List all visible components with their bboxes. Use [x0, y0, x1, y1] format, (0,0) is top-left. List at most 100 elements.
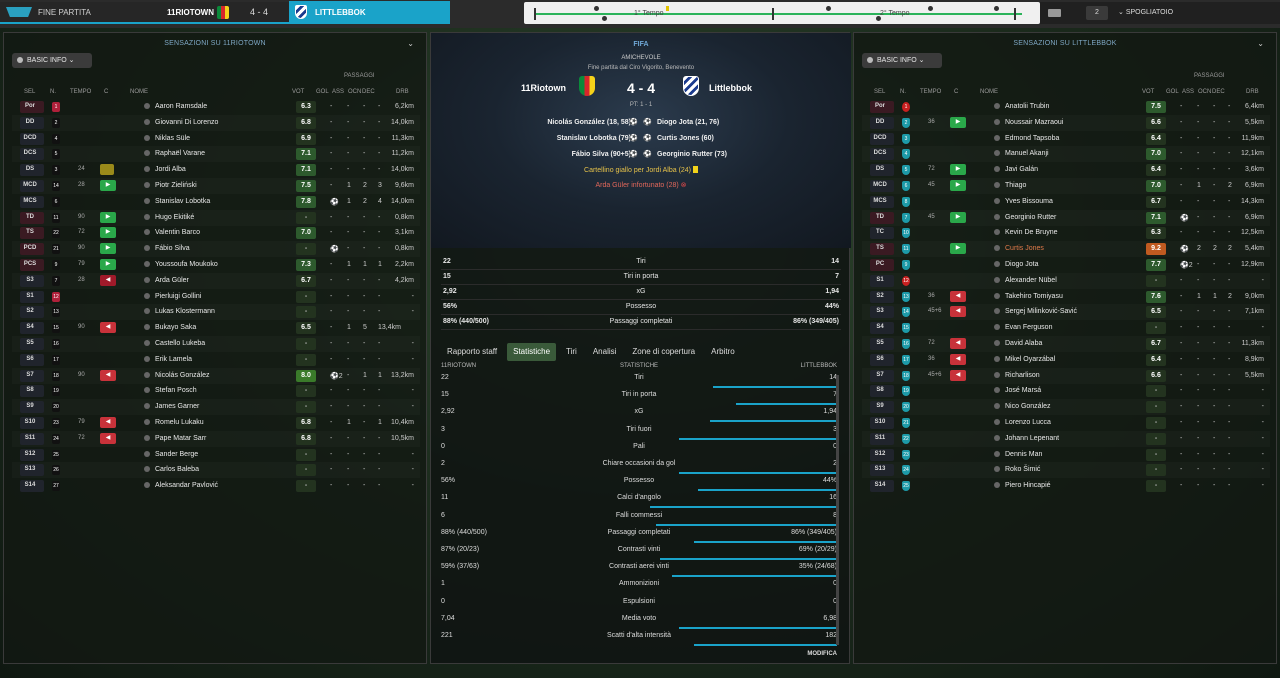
player-name[interactable]: Erik Lamela [144, 355, 192, 363]
player-row[interactable]: S5 16 72 ◀ David Alaba 6.7 - - - - 11,3km [862, 336, 1270, 352]
player-name[interactable]: Hugo Ekitiké [144, 213, 194, 221]
col-chances[interactable]: OCN [1198, 89, 1211, 95]
modifica-button[interactable]: MODIFICA [807, 651, 837, 657]
player-row[interactable]: S12 23 Dennis Man - - - - - - [862, 447, 1270, 463]
basic-info-dropdown[interactable]: BASIC INFO ⌄ [862, 53, 942, 68]
player-row[interactable]: Por 1 Anatolii Trubin 7.5 - - - - 6,4km [862, 99, 1270, 115]
col-goals[interactable]: GOL [316, 89, 329, 95]
player-name[interactable]: Arda Güler [144, 276, 189, 284]
player-name[interactable]: Noussair Mazraoui [994, 118, 1063, 126]
home-team-label[interactable]: 11Riotown [521, 83, 566, 93]
chevron-down-icon[interactable]: ⌄ [1257, 39, 1264, 48]
player-name[interactable]: Nico González [994, 403, 1051, 410]
player-name[interactable]: Romelu Lukaku [144, 419, 204, 426]
player-name[interactable]: Aleksandar Pavlović [144, 482, 218, 489]
player-row[interactable]: S2 13 Lukas Klostermann - - - - - - [12, 304, 420, 320]
player-name[interactable]: Youssoufa Moukoko [144, 261, 218, 268]
player-row[interactable]: S14 25 Piero Hincapié - - - - - - [862, 478, 1270, 494]
goal-event-icon[interactable] [602, 16, 607, 21]
player-name[interactable]: Richarlison [994, 371, 1040, 379]
player-name[interactable]: José Marsá [994, 387, 1041, 394]
player-row[interactable]: S3 7 28 ◀ Arda Güler 6.7 - - - - 4,2km [12, 273, 420, 289]
goal-event-icon[interactable] [876, 16, 881, 21]
player-name[interactable]: Yves Bissouma [994, 197, 1053, 205]
match-timeline[interactable]: 1° Tempo 2° Tempo [524, 2, 1040, 24]
tab-zone-di-copertura[interactable]: Zone di copertura [626, 343, 701, 361]
goal-event-icon[interactable] [594, 6, 599, 11]
home-team-name[interactable]: 11RIOTOWN [148, 8, 214, 17]
player-row[interactable]: S14 27 Aleksandar Pavlović - - - - - - [12, 478, 420, 494]
player-name[interactable]: Niklas Süle [144, 134, 190, 142]
player-row[interactable]: S13 24 Roko Šimić - - - - - - [862, 462, 1270, 478]
goal-event-icon[interactable] [994, 6, 999, 11]
col-time[interactable]: TEMPO [920, 89, 941, 95]
player-name[interactable]: Georginio Rutter [994, 213, 1056, 221]
player-row[interactable]: S10 21 Lorenzo Lucca - - - - - - [862, 415, 1270, 431]
player-name[interactable]: Fábio Silva [144, 245, 190, 252]
dressing-room-dropdown[interactable]: ⌄ SPOGLIATOIO [1118, 8, 1173, 16]
player-row[interactable]: DS 5 72 ▶ Javi Galán 6.4 - - - - 3,6km [862, 162, 1270, 178]
tab-statistiche[interactable]: Statistiche [507, 343, 557, 361]
player-row[interactable]: PCD 21 90 ▶ Fábio Silva - ⚽ - - -0,8km [12, 241, 420, 257]
player-row[interactable]: S7 18 90 ◀ Nicolás González 8.0 ⚽2- 1 1 13,2km [12, 368, 420, 384]
col-key[interactable]: DEC [362, 89, 375, 95]
player-row[interactable]: S5 16 Castello Lukeba - - - - - - [12, 336, 420, 352]
player-row[interactable]: S12 25 Sander Berge - - - - - - [12, 447, 420, 463]
player-name[interactable]: Piero Hincapié [994, 482, 1051, 489]
player-row[interactable]: TD 7 45 ▶ Georginio Rutter 7.1 ⚽ - - -6,9km [862, 210, 1270, 226]
tab-arbitro[interactable]: Arbitro [705, 343, 741, 361]
col-rating[interactable]: VOT [292, 89, 304, 95]
player-name[interactable]: Edmond Tapsoba [994, 134, 1059, 142]
player-row[interactable]: S8 19 José Marsá - - - - - - [862, 383, 1270, 399]
player-row[interactable]: DCD 3 Edmond Tapsoba 6.4 - - - - 11,9km [862, 131, 1270, 147]
player-row[interactable]: S6 17 36 ◀ Mikel Oyarzábal 6.4 - - - - 8,9km [862, 352, 1270, 368]
player-name[interactable]: Lorenzo Lucca [994, 419, 1051, 426]
player-row[interactable]: DD 2 Giovanni Di Lorenzo 6.8 - - - - 14,0km [12, 115, 420, 131]
player-name[interactable]: Alexander Nübel [994, 276, 1057, 284]
col-time[interactable]: TEMPO [70, 89, 91, 95]
player-row[interactable]: DD 2 36 ▶ Noussair Mazraoui 6.6 - - - - 5,5km [862, 115, 1270, 131]
player-row[interactable]: TD 11 90 ▶ Hugo Ekitiké - - - - - 0,8km [12, 210, 420, 226]
player-name[interactable]: Thiago [994, 182, 1026, 189]
tab-tiri[interactable]: Tiri [560, 343, 583, 361]
tab-rapporto-staff[interactable]: Rapporto staff [441, 343, 503, 361]
player-row[interactable]: TC 10 Kevin De Bruyne 6.3 - - - - 12,5km [862, 225, 1270, 241]
player-row[interactable]: DCS 5 Raphaël Varane 7.1 - - - - 11,2km [12, 146, 420, 162]
stats-scrollbar[interactable] [836, 375, 839, 645]
player-row[interactable]: S11 22 Johann Lepenant - - - - - - [862, 431, 1270, 447]
col-sel[interactable]: SEL [24, 89, 35, 95]
player-row[interactable]: S1 12 Alexander Nübel - - - - - - [862, 273, 1270, 289]
chevron-down-icon[interactable]: ⌄ [407, 39, 414, 48]
col-condition[interactable]: C [104, 89, 108, 95]
player-name[interactable]: Aaron Ramsdale [144, 103, 207, 110]
player-row[interactable]: MCS 6 Stanislav Lobotka 7.8 ⚽ 1 2 4 14,0km [12, 194, 420, 210]
player-name[interactable]: David Alaba [994, 340, 1042, 347]
player-name[interactable]: Takehiro Tomiyasu [994, 292, 1063, 300]
player-row[interactable]: S10 23 79 ◀ Romelu Lukaku 6.8 - 1 - 1 10,4km [12, 415, 420, 431]
player-row[interactable]: MCD 6 45 ▶ Thiago 7.0 - 1 - 2 6,9km [862, 178, 1270, 194]
player-row[interactable]: S3 14 45+6 ◀ Sergej Milinković-Savić 6.5 - - - - 7… [862, 304, 1270, 320]
player-name[interactable]: Piotr Zieliński [144, 182, 197, 189]
col-distance[interactable]: DRB [396, 89, 409, 95]
substitutions-counter[interactable]: 2 [1086, 6, 1108, 20]
player-name[interactable]: Anatolii Trubin [994, 103, 1049, 110]
player-row[interactable]: S6 17 Erik Lamela - - - - - - [12, 352, 420, 368]
col-assists[interactable]: ASS [332, 89, 344, 95]
player-name[interactable]: Lukas Klostermann [144, 308, 215, 315]
player-row[interactable]: MCD 14 28 ▶ Piotr Zieliński 7.5 - 1 2 3 9,6km [12, 178, 420, 194]
bus-icon[interactable] [1048, 9, 1061, 17]
player-row[interactable]: DCD 4 Niklas Süle 6.9 - - - - 11,3km [12, 131, 420, 147]
player-row[interactable]: S9 20 James Garner - - - - - - [12, 399, 420, 415]
player-name[interactable]: Mikel Oyarzábal [994, 355, 1055, 363]
player-name[interactable]: Kevin De Bruyne [994, 229, 1058, 236]
player-name[interactable]: Dennis Man [994, 450, 1042, 458]
player-name[interactable]: Javi Galán [994, 166, 1038, 173]
player-row[interactable]: DCS 4 Manuel Akanji 7.0 - - - - 12,1km [862, 146, 1270, 162]
col-distance[interactable]: DRB [1246, 89, 1259, 95]
yellow-card-event-icon[interactable] [666, 6, 669, 11]
col-assists[interactable]: ASS [1182, 89, 1194, 95]
player-row[interactable]: S4 15 90 ◀ Bukayo Saka 6.5-1 5 13,4km [12, 320, 420, 336]
player-row[interactable]: S1 12 Pierluigi Gollini - - - - - - [12, 289, 420, 305]
col-name[interactable]: NOME [980, 89, 998, 95]
tab-analisi[interactable]: Analisi [587, 343, 623, 361]
